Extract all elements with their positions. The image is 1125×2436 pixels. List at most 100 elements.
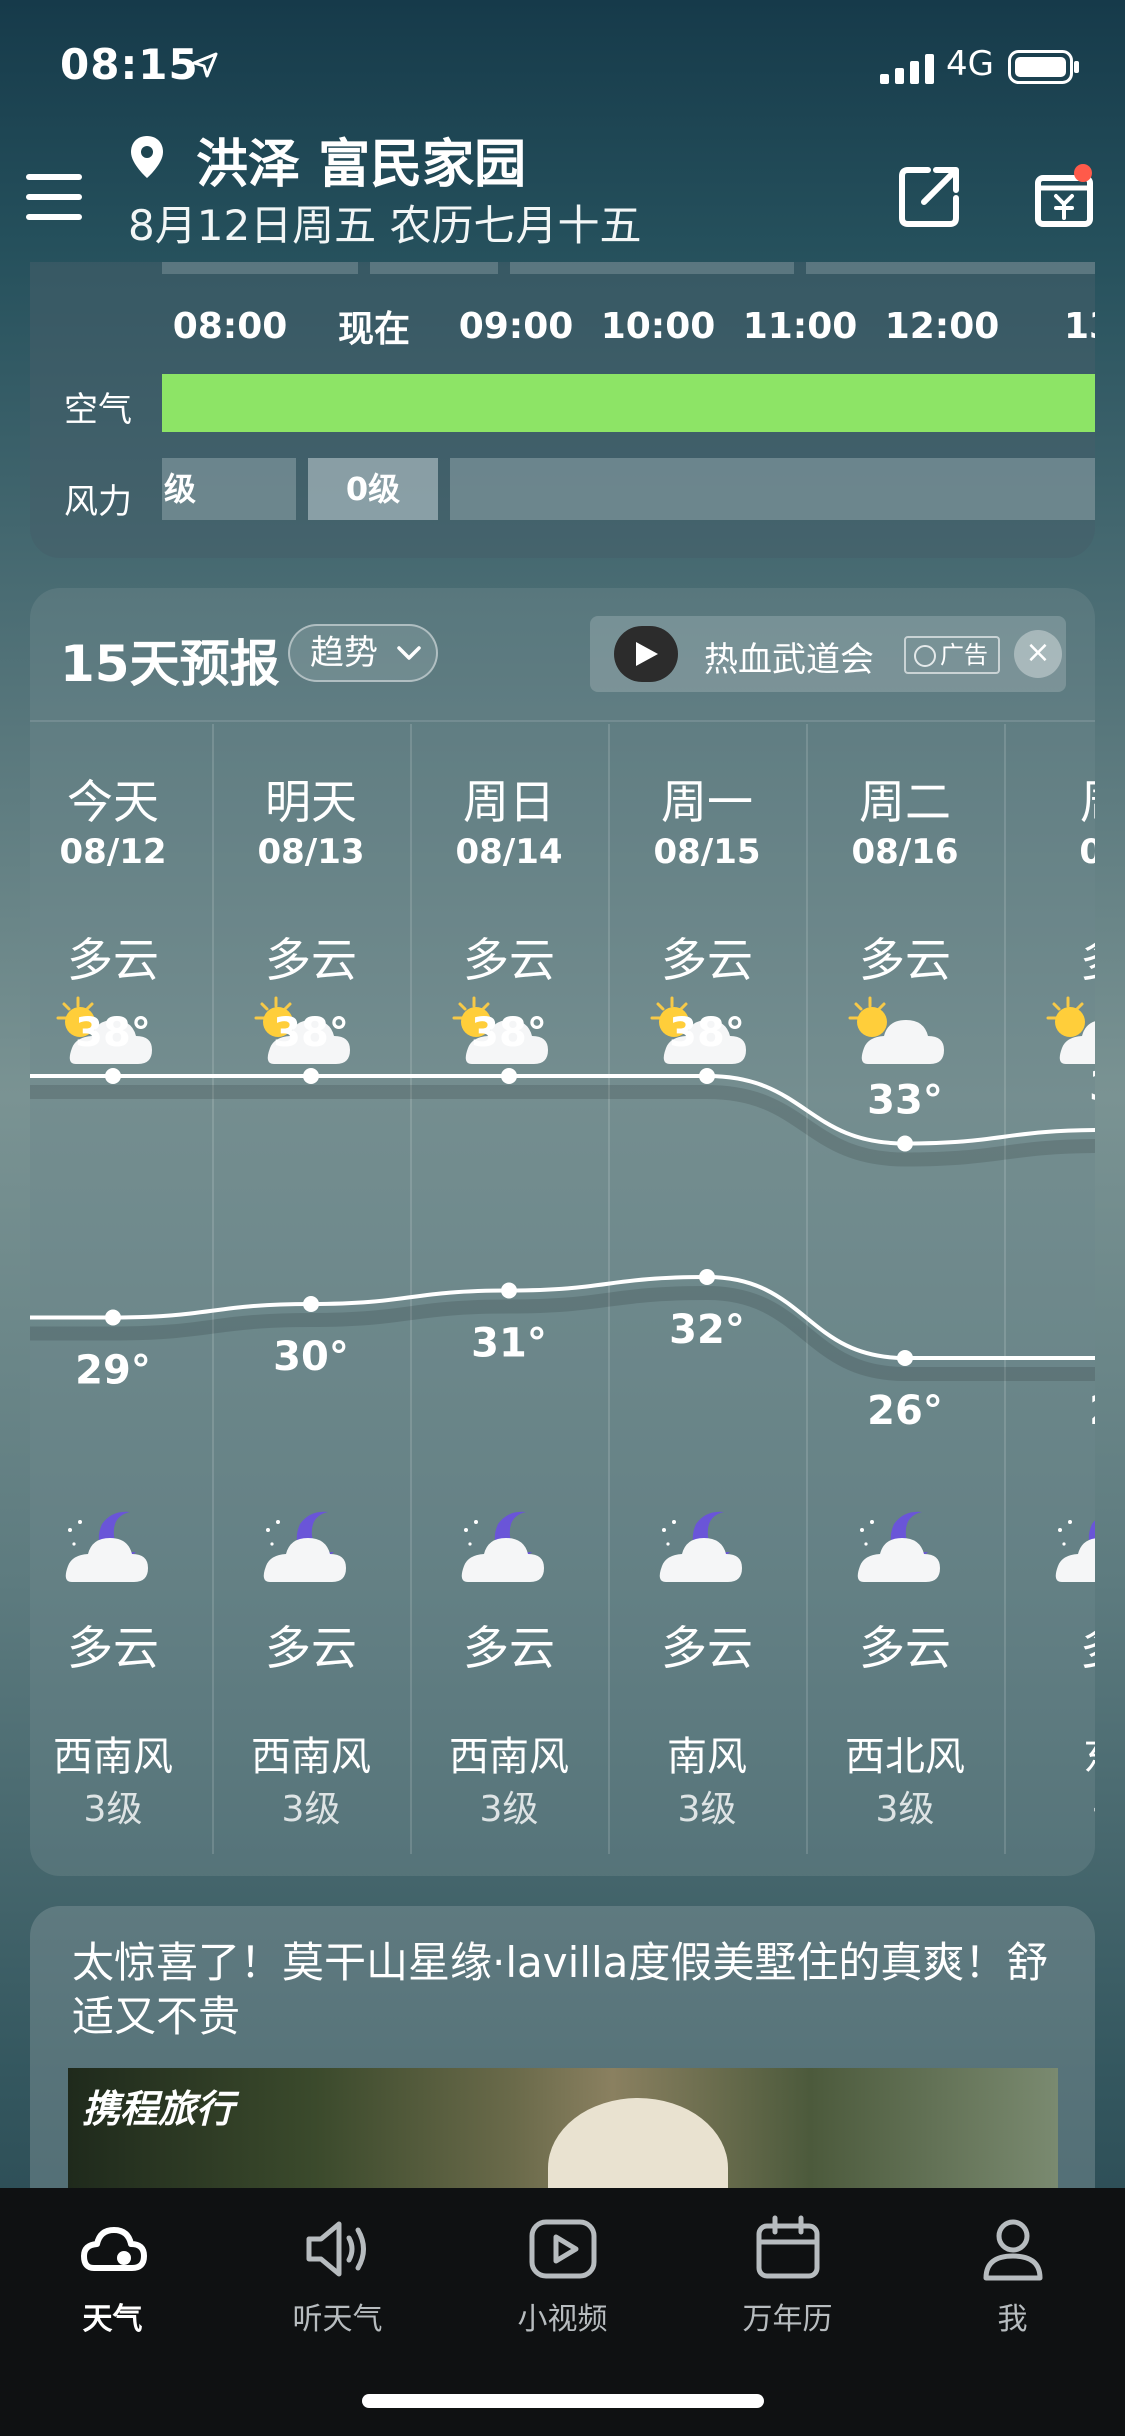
hour-label-now: 现在 <box>337 309 411 350</box>
wind-level: 3级 <box>677 1789 737 1830</box>
forecast-card: 15天预报 趋势 热血武道会 广告 × 今天 08/12 多云 多云 西南风 3级 明天 08… <box>30 588 1095 1876</box>
hour-label: 13:0 <box>1064 306 1095 347</box>
hour-label: 09:00 <box>458 306 574 347</box>
wind-direction: 西南风 <box>449 1734 569 1780</box>
menu-icon[interactable] <box>24 170 84 224</box>
ad-banner[interactable]: 热血武道会 广告 × <box>590 616 1066 692</box>
status-time: 08:15 <box>60 40 199 89</box>
wind-direction: 西南风 <box>251 1734 371 1780</box>
status-bar: 08:15 4G <box>0 40 1125 100</box>
play-icon <box>636 642 658 666</box>
home-indicator <box>362 2394 764 2408</box>
tab-label: 我 <box>997 2302 1028 2337</box>
hour-label: 11:00 <box>742 306 858 347</box>
share-icon[interactable] <box>898 164 962 228</box>
forecast-day-column[interactable]: 周08多多东3 <box>1004 724 1095 1854</box>
partly-cloudy-day-icon <box>446 992 554 1082</box>
signal-icon <box>880 54 934 84</box>
tab-short-video[interactable]: 小视频 <box>450 2188 675 2348</box>
day-weekday: 明天 <box>265 775 357 829</box>
calendar-icon <box>756 2215 820 2279</box>
app-header: 洪泽 富民家园 8月12日周五 农历七月十五 <box>0 118 1125 258</box>
tab-listen-weather[interactable]: 听天气 <box>225 2188 450 2348</box>
tab-label: 小视频 <box>517 2302 608 2337</box>
day-condition: 多云 <box>265 933 357 987</box>
location-title[interactable]: 洪泽 富民家园 <box>196 122 526 197</box>
hour-label: 12:00 <box>884 306 1000 347</box>
day-weekday: 周 <box>1004 766 1095 832</box>
day-weekday: 周一 <box>661 775 753 829</box>
battery-icon <box>1008 50 1079 84</box>
partly-cloudy-night-icon <box>842 1504 950 1594</box>
tab-label: 听天气 <box>292 2302 383 2337</box>
wind-level-cell: 0级 <box>308 458 438 520</box>
partly-cloudy-day-icon <box>1040 992 1095 1082</box>
night-condition: 多云 <box>859 1621 951 1675</box>
day-date: 08 <box>1079 832 1095 872</box>
trend-button[interactable]: 趋势 <box>288 624 438 682</box>
forecast-day-column[interactable]: 周一 08/15 多云 多云 南风 3级 <box>608 724 806 1854</box>
partly-cloudy-night-icon <box>248 1504 356 1594</box>
day-weekday: 今天 <box>67 775 159 829</box>
night-condition: 多云 <box>67 1621 159 1675</box>
trend-label: 趋势 <box>310 633 378 673</box>
hour-separators <box>162 262 1095 278</box>
location-arrow-icon <box>192 52 218 78</box>
hour-label: 08:00 <box>172 306 288 347</box>
wind-direction: 西北风 <box>845 1734 965 1780</box>
tab-weather[interactable]: 天气 <box>0 2188 225 2348</box>
partly-cloudy-day-icon <box>842 992 950 1082</box>
forecast-title: 15天预报 <box>60 635 280 693</box>
speaker-icon <box>306 2221 366 2277</box>
news-card[interactable]: 太惊喜了！莫干山星缘·lavilla度假美墅住的真爽！舒适又不贵 携程旅行 <box>30 1906 1095 2206</box>
day-condition: 多云 <box>661 933 753 987</box>
divider <box>30 720 1095 722</box>
day-condition: 多云 <box>463 933 555 987</box>
partly-cloudy-night-icon <box>1040 1504 1095 1594</box>
hour-label: 10:00 <box>600 306 716 347</box>
partly-cloudy-day-icon <box>248 992 356 1082</box>
night-condition: 多 <box>1004 1612 1095 1678</box>
air-row-label: 空气 <box>64 390 132 430</box>
tab-label: 天气 <box>82 2302 143 2337</box>
night-condition: 多云 <box>265 1621 357 1675</box>
wind-level: 3级 <box>281 1789 341 1830</box>
news-image-brand: 携程旅行 <box>82 2087 235 2131</box>
news-image[interactable]: 携程旅行 <box>68 2068 1058 2206</box>
ad-text: 热血武道会 <box>704 640 874 680</box>
partly-cloudy-night-icon <box>644 1504 752 1594</box>
location-pin-icon <box>131 136 163 178</box>
tab-me[interactable]: 我 <box>900 2188 1125 2348</box>
tab-calendar[interactable]: 万年历 <box>675 2188 900 2348</box>
user-icon <box>983 2219 1043 2281</box>
forecast-day-column[interactable]: 周二 08/16 多云 多云 西北风 3级 <box>806 724 1004 1854</box>
chevron-down-icon <box>397 646 421 660</box>
day-date: 08/15 <box>653 832 761 872</box>
night-condition: 多云 <box>463 1621 555 1675</box>
wind-level-cell <box>450 458 1095 520</box>
wind-direction: 南风 <box>667 1734 747 1780</box>
hour-labels: 08:00 现在 09:00 10:00 11:00 12:00 13:0 <box>30 306 1095 356</box>
forecast-day-column[interactable]: 周日 08/14 多云 多云 西南风 3级 <box>410 724 608 1854</box>
forecast-day-column[interactable]: 今天 08/12 多云 多云 西南风 3级 <box>30 724 212 1854</box>
wind-direction: 东 <box>1004 1724 1095 1782</box>
forecast-day-column[interactable]: 明天 08/13 多云 多云 西南风 3级 <box>212 724 410 1854</box>
night-condition: 多云 <box>661 1621 753 1675</box>
partly-cloudy-night-icon <box>446 1504 554 1594</box>
wind-level: 3级 <box>83 1789 143 1830</box>
ad-close-button[interactable]: × <box>1014 630 1062 678</box>
wind-level: 3级 <box>479 1789 539 1830</box>
wind-level-cell: 级 <box>162 458 296 520</box>
partly-cloudy-night-icon <box>50 1504 158 1594</box>
day-condition: 多 <box>1004 924 1095 990</box>
tab-bar: 天气 听天气 小视频 万年历 我 <box>0 2188 1125 2436</box>
day-weekday: 周日 <box>463 775 555 829</box>
notification-dot <box>1074 164 1092 182</box>
ad-tag: 广告 <box>904 636 1000 674</box>
day-date: 08/13 <box>257 832 365 872</box>
partly-cloudy-day-icon <box>50 992 158 1082</box>
day-date: 08/16 <box>851 832 959 872</box>
wind-row-label: 风力 <box>64 482 132 522</box>
news-title[interactable]: 太惊喜了！莫干山星缘·lavilla度假美墅住的真爽！舒适又不贵 <box>72 1936 1052 2044</box>
wind-level: 3级 <box>875 1789 935 1830</box>
